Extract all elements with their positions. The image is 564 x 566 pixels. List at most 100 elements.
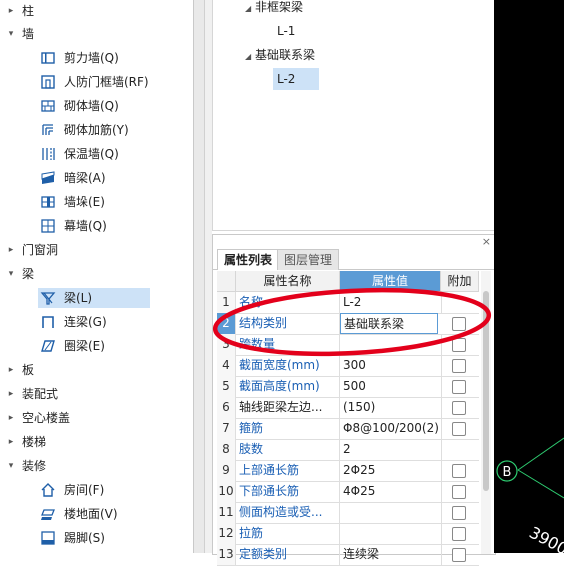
extra-checkbox[interactable]	[452, 548, 466, 562]
property-value[interactable]	[340, 523, 442, 544]
properties-tabs: 属性列表 图层管理	[213, 247, 495, 270]
property-name: 箍筋	[236, 418, 340, 439]
collapse-arrow-icon[interactable]: ▾	[6, 264, 16, 284]
axis-line	[517, 469, 564, 499]
tab-layer-management[interactable]: 图层管理	[277, 249, 340, 270]
property-value-input[interactable]: 基础联系梁	[340, 313, 438, 334]
curtain-wall-icon	[41, 219, 55, 233]
property-value[interactable]: 300	[340, 355, 442, 376]
coupling-beam-icon	[42, 316, 54, 328]
properties-scrollbar[interactable]	[481, 271, 491, 554]
tree-group-non-frame-beam[interactable]: ◢ 非框架梁	[245, 0, 303, 18]
tab-property-list[interactable]: 属性列表	[217, 249, 280, 270]
drawing-canvas[interactable]: B 3900	[494, 0, 564, 559]
property-row[interactable]: 9 上部通长筋 2Φ25	[217, 460, 479, 482]
collapse-arrow-icon[interactable]: ◢	[245, 46, 255, 68]
property-value[interactable]: (150)	[340, 397, 442, 418]
tree-item-civil-defense-wall[interactable]: 人防门框墙(RF)	[38, 72, 150, 92]
property-value[interactable]: 连续梁	[340, 544, 442, 565]
tree-item-room[interactable]: 房间(F)	[38, 480, 150, 500]
collapse-arrow-icon[interactable]: ▾	[6, 456, 16, 476]
property-value[interactable]	[340, 334, 442, 355]
property-row[interactable]: 2 结构类别 基础联系梁	[217, 313, 479, 335]
component-item-l1[interactable]: L-1	[273, 20, 299, 42]
collapse-arrow-icon[interactable]: ▾	[6, 24, 16, 44]
property-value[interactable]: 2Φ25	[340, 460, 442, 481]
property-name: 下部通长筋	[236, 481, 340, 502]
tree-item-beam[interactable]: 梁(L)	[38, 288, 150, 308]
tree-item-shear-wall[interactable]: 剪力墙(Q)	[38, 48, 150, 68]
skirting-icon	[41, 531, 55, 545]
extra-checkbox[interactable]	[452, 422, 466, 436]
tree-item-insulation-wall[interactable]: 保温墙(Q)	[38, 144, 150, 164]
floor-icon	[41, 509, 55, 520]
property-name: 结构类别	[236, 313, 340, 334]
property-row[interactable]: 12 拉筋	[217, 523, 479, 545]
extra-checkbox[interactable]	[452, 338, 466, 352]
masonry-rebar-icon	[42, 124, 53, 135]
extra-checkbox[interactable]	[452, 317, 466, 331]
insulation-wall-icon	[42, 148, 55, 160]
property-value[interactable]: L-2	[340, 292, 442, 313]
row-index: 3	[217, 334, 236, 355]
property-row[interactable]: 11 侧面构造或受...	[217, 502, 479, 524]
property-value[interactable]: 500	[340, 376, 442, 397]
tree-item-coupling-beam[interactable]: 连梁(G)	[38, 312, 150, 332]
row-index: 7	[217, 418, 236, 439]
header-name: 属性名称	[236, 271, 340, 292]
tree-item-curtain-wall[interactable]: 幕墙(Q)	[38, 216, 150, 236]
property-name: 截面宽度(mm)	[236, 355, 340, 376]
property-value[interactable]: 4Φ25	[340, 481, 442, 502]
shear-wall-icon	[41, 52, 55, 64]
hidden-beam-icon	[41, 171, 55, 184]
tree-item-masonry-wall[interactable]: 砌体墙(Q)	[38, 96, 150, 116]
expand-arrow-icon[interactable]: ▸	[6, 432, 16, 452]
property-row[interactable]: 3 跨数量	[217, 334, 479, 356]
property-value[interactable]	[340, 502, 442, 523]
ring-beam-icon	[41, 340, 55, 352]
expand-arrow-icon[interactable]: ▸	[6, 384, 16, 404]
collapse-arrow-icon[interactable]: ◢	[245, 0, 255, 20]
tree-item-skirting[interactable]: 踢脚(S)	[38, 528, 150, 548]
expand-arrow-icon[interactable]: ▸	[6, 408, 16, 428]
property-row[interactable]: 5 截面高度(mm) 500	[217, 376, 479, 398]
scroll-thumb[interactable]	[483, 291, 489, 491]
row-index: 6	[217, 397, 236, 418]
component-type-tree: ▸ 柱 ▾ 墙 剪力墙(Q) 人防门框墙(RF) 砌体墙(Q) 砌体加筋(Y) 保温…	[0, 0, 194, 553]
masonry-wall-icon	[41, 100, 55, 112]
expand-arrow-icon[interactable]: ▸	[6, 1, 16, 21]
tree-item-floor[interactable]: 楼地面(V)	[38, 504, 150, 524]
properties-panel: × 属性列表 图层管理 属性名称 属性值 附加 1 名称 L-2 2 结构类别 基础联系梁…	[212, 234, 496, 566]
property-row[interactable]: 4 截面宽度(mm) 300	[217, 355, 479, 377]
left-scrollbar[interactable]	[204, 0, 212, 553]
row-index: 12	[217, 523, 236, 544]
extra-checkbox[interactable]	[452, 380, 466, 394]
property-row[interactable]: 7 箍筋 Φ8@100/200(2)	[217, 418, 479, 440]
property-row[interactable]: 10 下部通长筋 4Φ25	[217, 481, 479, 503]
property-row[interactable]: 6 轴线距梁左边... (150)	[217, 397, 479, 419]
tree-item-masonry-rebar[interactable]: 砌体加筋(Y)	[38, 120, 150, 140]
extra-checkbox[interactable]	[452, 401, 466, 415]
tree-group-foundation-tie-beam[interactable]: ◢ 基础联系梁	[245, 44, 315, 66]
extra-checkbox[interactable]	[452, 464, 466, 478]
extra-checkbox[interactable]	[452, 485, 466, 499]
extra-checkbox[interactable]	[452, 359, 466, 373]
tree-item-wall-pier[interactable]: 墙垛(E)	[38, 192, 150, 212]
property-row[interactable]: 1 名称 L-2	[217, 292, 479, 314]
property-row[interactable]: 13 定额类别 连续梁	[217, 544, 479, 566]
tree-item-ring-beam[interactable]: 圈梁(E)	[38, 336, 150, 356]
property-value[interactable]: Φ8@100/200(2)	[340, 418, 442, 439]
expand-arrow-icon[interactable]: ▸	[6, 360, 16, 380]
tree-item-hidden-beam[interactable]: 暗梁(A)	[38, 168, 150, 188]
expand-arrow-icon[interactable]: ▸	[6, 240, 16, 260]
extra-checkbox[interactable]	[452, 506, 466, 520]
property-name: 跨数量	[236, 334, 340, 355]
property-value[interactable]: 2	[340, 439, 442, 460]
component-item-l2[interactable]: L-2	[273, 68, 319, 90]
canvas-drawing: B 3900	[496, 437, 564, 559]
panel-splitter[interactable]	[194, 0, 204, 553]
property-row[interactable]: 8 肢数 2	[217, 439, 479, 461]
extra-checkbox[interactable]	[452, 527, 466, 541]
header-extra: 附加	[441, 271, 479, 292]
header-index	[217, 271, 236, 292]
